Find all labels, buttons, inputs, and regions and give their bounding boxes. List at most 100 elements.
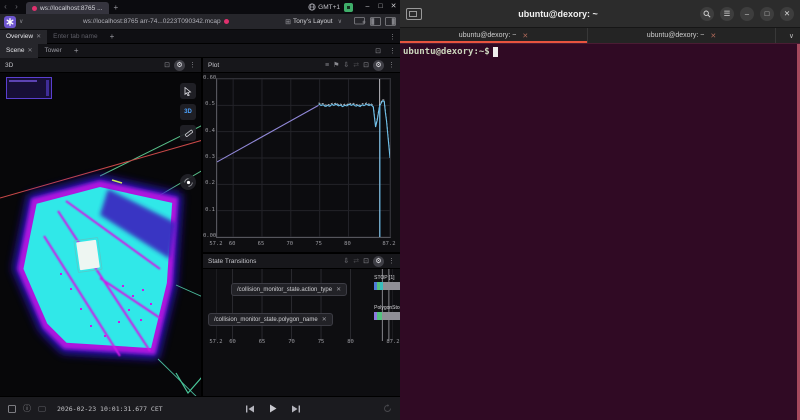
flag-icon[interactable]: ⚑ xyxy=(333,60,339,71)
window-icon[interactable] xyxy=(406,8,422,20)
state-value-label: STOP [1] xyxy=(374,275,400,281)
tab-scene[interactable]: Scene ✕ xyxy=(0,44,38,58)
foxglove-logo[interactable] xyxy=(4,16,16,28)
close-icon[interactable]: ✕ xyxy=(27,47,32,54)
fullscreen-icon[interactable]: ⊡ xyxy=(363,60,369,71)
settings-gear-icon[interactable]: ⚙ xyxy=(174,60,185,71)
3d-toggle-button[interactable]: 3D xyxy=(180,104,196,120)
chevron-down-icon[interactable]: ∨ xyxy=(19,18,23,25)
browser-chrome: ‹ › ws://localhost:8765 ... + GMT+1 – □ … xyxy=(0,0,400,14)
tab-label: Tower xyxy=(44,47,61,54)
browser-new-tab-button[interactable]: + xyxy=(114,3,119,12)
more-icon[interactable]: ⋮ xyxy=(385,47,400,55)
close-icon[interactable]: ✕ xyxy=(522,32,528,40)
more-icon[interactable]: ⋮ xyxy=(385,33,400,41)
plot-chart[interactable]: 0.000.10.20.30.40.50.60 57.2606570758087… xyxy=(203,73,400,252)
terminal-headerbar: ubuntu@dexory: ~ ☰ – □ ✕ xyxy=(400,0,800,28)
add-tab-button[interactable]: + xyxy=(68,46,85,55)
more-icon[interactable]: ⋮ xyxy=(189,60,196,71)
menu-button[interactable]: ☰ xyxy=(720,7,734,21)
download-icon[interactable]: ⇩ xyxy=(343,256,349,267)
sync-icon[interactable]: ⇄ xyxy=(353,256,359,267)
chevron-down-icon[interactable]: ∨ xyxy=(776,28,800,43)
search-button[interactable] xyxy=(700,7,714,21)
close-icon[interactable]: ✕ xyxy=(36,33,41,40)
state-timeline[interactable]: /collision_monitor_state.action_type ✕ /… xyxy=(203,269,400,396)
browser-forward-icon[interactable]: › xyxy=(11,0,22,14)
close-icon[interactable]: ✕ xyxy=(322,316,327,323)
x-tick-label: 70 xyxy=(283,339,301,345)
panel-title: Plot xyxy=(208,62,321,69)
loop-icon[interactable] xyxy=(383,404,392,413)
x-tick-label: 75 xyxy=(312,339,330,345)
tab-tower[interactable]: Tower xyxy=(38,44,67,58)
close-icon[interactable]: ✕ xyxy=(336,286,341,293)
y-tick-label: 0.4 xyxy=(203,128,215,134)
legend-icon[interactable]: ≡ xyxy=(325,60,329,71)
y-tick-label: 0.5 xyxy=(203,101,215,107)
y-tick-label: 0.2 xyxy=(203,180,215,186)
workspace-tabbar: Overview ✕ Enter tab name + ⋮ xyxy=(0,30,400,44)
plot-area[interactable] xyxy=(216,78,391,238)
layout-selector[interactable]: ⊞ Tony's Layout ∨ xyxy=(285,18,345,26)
terminal-minimize-button[interactable]: – xyxy=(740,7,754,21)
timezone-indicator[interactable]: GMT+1 xyxy=(308,3,340,11)
browser-minimize-button[interactable]: – xyxy=(361,0,374,14)
add-window-icon[interactable] xyxy=(354,17,366,26)
terminal-cursor xyxy=(493,47,499,57)
info-icon[interactable]: ⓘ xyxy=(23,403,31,414)
browser-close-button[interactable]: ✕ xyxy=(387,0,400,14)
add-tab-button[interactable]: + xyxy=(104,32,121,41)
play-button[interactable] xyxy=(269,404,277,413)
repeat-icon[interactable] xyxy=(38,405,46,413)
browser-maximize-button[interactable]: □ xyxy=(374,0,387,14)
camera-button[interactable] xyxy=(180,174,196,190)
x-tick-label: 60 xyxy=(223,241,241,247)
close-icon[interactable]: ✕ xyxy=(710,32,716,40)
skip-back-button[interactable] xyxy=(245,405,255,413)
select-cursor-button[interactable] xyxy=(180,83,196,99)
download-icon[interactable]: ⇩ xyxy=(343,60,349,71)
browser-tab-title: ws://localhost:8765 ... xyxy=(40,5,103,12)
topic-chip-polygon-name[interactable]: /collision_monitor_state.polygon_name ✕ xyxy=(208,313,333,326)
data-source: ws://localhost:8765 arr-74...0223T090342… xyxy=(26,18,285,25)
panel-state-transitions: State Transitions ⇩ ⇄ ⊡ ⚙ ⋮ /collision_m… xyxy=(203,254,400,396)
sync-icon[interactable]: ⇄ xyxy=(353,60,359,71)
tab-label: Overview xyxy=(6,33,33,40)
more-icon[interactable]: ⋮ xyxy=(388,256,395,267)
panel-3d-header: 3D ⊡ ⚙ ⋮ xyxy=(0,58,201,73)
playback-timestamp: 2026-02-23 10:01:31.677 CET xyxy=(57,405,163,413)
terminal-maximize-button[interactable]: □ xyxy=(760,7,774,21)
terminal-screen[interactable]: ubuntu@dexory:~$ xyxy=(400,43,800,420)
right-sidebar-toggle-icon[interactable] xyxy=(385,17,396,26)
terminal-title: ubuntu@dexory: ~ xyxy=(422,9,694,19)
tab-label: ubuntu@dexory: ~ xyxy=(647,32,705,39)
extension-icon[interactable] xyxy=(344,3,353,12)
browser-back-icon[interactable]: ‹ xyxy=(0,0,11,14)
skip-forward-button[interactable] xyxy=(291,405,301,413)
scene-3d-canvas[interactable]: 3D xyxy=(0,73,201,396)
fullscreen-icon[interactable]: ⊡ xyxy=(371,47,385,55)
terminal-close-button[interactable]: ✕ xyxy=(780,7,794,21)
fullscreen-icon[interactable]: ⊡ xyxy=(164,60,170,71)
state-segment xyxy=(382,312,400,320)
topic-chip-action-type[interactable]: /collision_monitor_state.action_type ✕ xyxy=(231,283,347,296)
chevron-down-icon: ∨ xyxy=(338,18,342,25)
tab-unnamed[interactable]: Enter tab name xyxy=(47,30,103,44)
robot-footprint xyxy=(76,240,100,271)
fullscreen-icon[interactable]: ⊡ xyxy=(363,256,369,267)
layout-box-icon[interactable] xyxy=(8,405,16,413)
terminal-window: ubuntu@dexory: ~ ☰ – □ ✕ ubuntu@dexory: … xyxy=(400,0,800,420)
left-sidebar-toggle-icon[interactable] xyxy=(370,17,381,26)
y-tick-label: 0.60 xyxy=(203,75,215,81)
tab-overview[interactable]: Overview ✕ xyxy=(0,30,47,44)
browser-tab[interactable]: ws://localhost:8765 ... xyxy=(26,2,109,14)
path-curve-teal xyxy=(176,373,201,393)
terminal-tab-2[interactable]: ubuntu@dexory: ~ ✕ xyxy=(588,28,776,43)
measure-button[interactable] xyxy=(180,125,196,141)
scene-stats-overlay xyxy=(6,77,52,99)
settings-gear-icon[interactable]: ⚙ xyxy=(373,60,384,71)
terminal-tab-1[interactable]: ubuntu@dexory: ~ ✕ xyxy=(400,28,588,43)
settings-gear-icon[interactable]: ⚙ xyxy=(373,256,384,267)
more-icon[interactable]: ⋮ xyxy=(388,60,395,71)
